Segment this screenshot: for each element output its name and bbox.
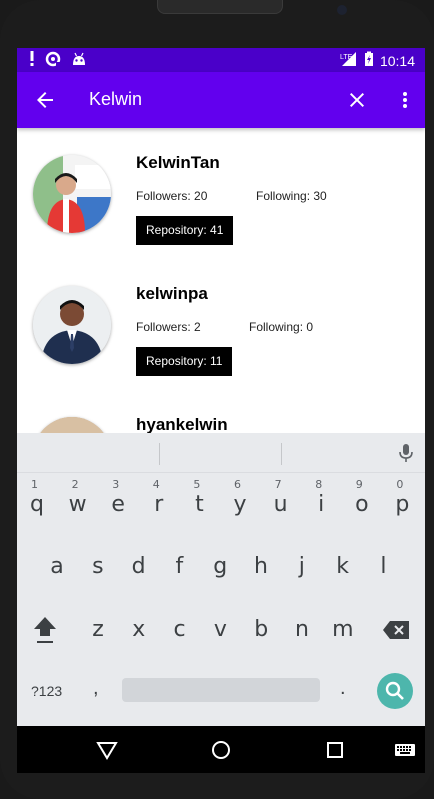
key-hint: 9 — [355, 478, 363, 491]
avatar — [33, 155, 111, 233]
recents-square-icon[interactable] — [323, 738, 347, 762]
home-circle-icon[interactable] — [209, 738, 233, 762]
comma-key[interactable]: , — [93, 677, 99, 700]
key-hint: 5 — [193, 478, 201, 491]
key-label: t — [195, 492, 204, 517]
network-label: LTE — [340, 54, 353, 61]
close-icon[interactable] — [345, 88, 369, 112]
more-vert-icon[interactable] — [393, 88, 417, 112]
key-v[interactable]: v — [207, 617, 233, 642]
list-item[interactable]: hyankelwin — [17, 390, 425, 433]
key-n[interactable]: n — [289, 617, 315, 642]
key-e[interactable]: 3e — [104, 478, 132, 517]
search-input[interactable]: Kelwin — [89, 89, 142, 110]
key-h[interactable]: h — [248, 554, 274, 579]
key-x[interactable]: x — [126, 617, 152, 642]
key-label: i — [318, 492, 325, 517]
speaker-grille — [157, 0, 283, 14]
key-hint: 7 — [274, 478, 282, 491]
suggestion-divider — [159, 443, 160, 465]
key-w[interactable]: 2w — [64, 478, 92, 517]
search-icon — [385, 681, 404, 700]
front-camera — [337, 5, 347, 15]
shift-key[interactable] — [33, 615, 57, 645]
key-label: u — [273, 492, 288, 517]
back-triangle-icon[interactable] — [95, 738, 119, 762]
android-icon — [71, 52, 87, 71]
key-f[interactable]: f — [166, 554, 192, 579]
key-l[interactable]: l — [370, 554, 396, 579]
key-label: y — [233, 492, 247, 517]
app-bar: Kelwin — [17, 72, 425, 128]
key-b[interactable]: b — [248, 617, 274, 642]
key-label: q — [30, 492, 44, 517]
username: KelwinTan — [136, 153, 220, 172]
key-z[interactable]: z — [85, 617, 111, 642]
sync-icon — [45, 51, 61, 72]
key-u[interactable]: 7u — [267, 478, 295, 517]
username: hyankelwin — [136, 415, 228, 433]
clock: 10:14 — [379, 52, 415, 69]
navigation-bar — [17, 726, 425, 773]
keyboard-icon[interactable] — [393, 738, 417, 762]
suggestion-strip — [17, 433, 425, 473]
list-item[interactable]: kelwinpa Followers: 2 Following: 0 Repos… — [17, 259, 425, 390]
key-label: r — [154, 492, 164, 517]
key-k[interactable]: k — [330, 554, 356, 579]
key-g[interactable]: g — [207, 554, 233, 579]
followers-count: Followers: 2 — [136, 320, 201, 334]
symbols-key[interactable]: ?123 — [31, 683, 62, 699]
following-count: Following: 30 — [256, 189, 327, 203]
suggestion-divider — [281, 443, 282, 465]
username: kelwinpa — [136, 284, 208, 303]
alert-icon — [29, 51, 35, 72]
key-s[interactable]: s — [85, 554, 111, 579]
key-o[interactable]: 9o — [348, 478, 376, 517]
list-item[interactable]: KelwinTan Followers: 20 Following: 30 Re… — [17, 128, 425, 259]
key-d[interactable]: d — [126, 554, 152, 579]
repository-badge: Repository: 41 — [136, 216, 234, 245]
key-p[interactable]: 0p — [388, 478, 416, 517]
key-hint: 6 — [234, 478, 241, 491]
key-label: e — [111, 492, 125, 517]
key-hint: 0 — [396, 478, 404, 491]
key-m[interactable]: m — [330, 617, 356, 642]
key-r[interactable]: 4r — [145, 478, 173, 517]
key-hint: 8 — [315, 478, 323, 491]
key-hint: 3 — [112, 478, 120, 491]
soft-keyboard: 1q2w3e4r5t6y7u8i9o0p asdfghjkl zxcvbnm ?… — [17, 433, 425, 726]
key-i[interactable]: 8i — [307, 478, 335, 517]
phone-frame: LTE 10:14 Kelwin KelwinTan Followers: 20… — [0, 0, 434, 799]
key-label: w — [68, 492, 87, 517]
key-t[interactable]: 5t — [185, 478, 213, 517]
signal-icon: LTE — [340, 51, 358, 70]
key-j[interactable]: j — [289, 554, 315, 579]
avatar — [33, 417, 111, 433]
key-q[interactable]: 1q — [23, 478, 51, 517]
screen: LTE 10:14 Kelwin KelwinTan Followers: 20… — [17, 48, 425, 773]
following-count: Following: 0 — [249, 320, 314, 334]
key-hint: 1 — [31, 478, 38, 491]
key-label: o — [355, 492, 369, 517]
space-key[interactable] — [122, 678, 320, 702]
period-key[interactable]: . — [340, 677, 346, 700]
avatar — [33, 286, 111, 364]
key-y[interactable]: 6y — [226, 478, 254, 517]
followers-count: Followers: 20 — [136, 189, 208, 203]
search-key[interactable] — [377, 673, 413, 709]
key-label: p — [395, 492, 410, 517]
repository-badge: Repository: 11 — [136, 347, 233, 376]
back-arrow-icon[interactable] — [33, 88, 57, 112]
key-a[interactable]: a — [44, 554, 70, 579]
backspace-icon[interactable] — [383, 621, 409, 639]
user-list: KelwinTan Followers: 20 Following: 30 Re… — [17, 128, 425, 433]
key-hint: 2 — [71, 478, 79, 491]
key-hint: 4 — [152, 478, 160, 491]
key-c[interactable]: c — [167, 617, 193, 642]
status-bar: LTE 10:14 — [17, 48, 425, 72]
mic-icon[interactable] — [398, 443, 414, 463]
battery-charging-icon — [364, 51, 374, 70]
